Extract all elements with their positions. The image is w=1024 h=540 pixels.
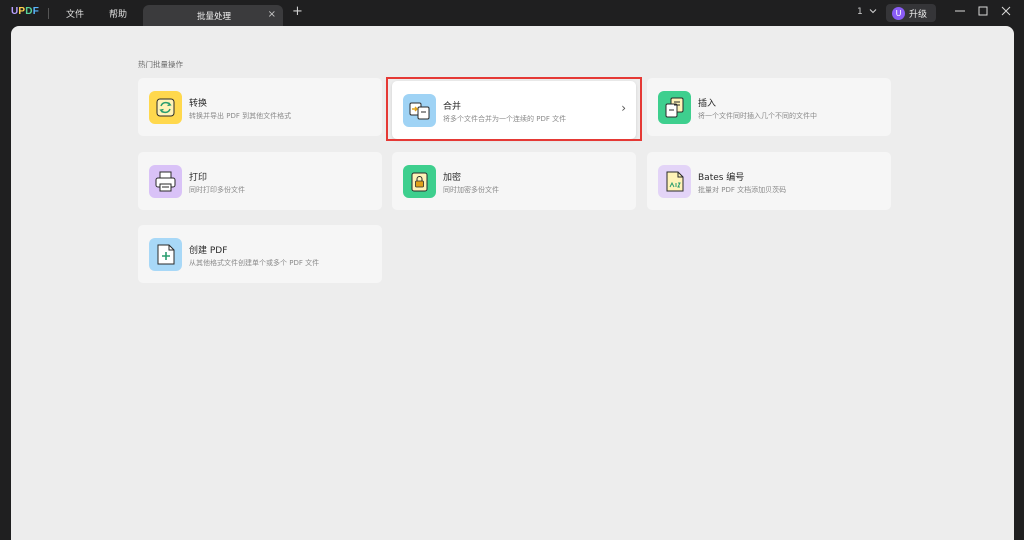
- card-description: 从其他格式文件创建单个或多个 PDF 文件: [189, 259, 320, 267]
- chevron-right-icon: ›: [621, 101, 626, 115]
- insert-icon: [658, 91, 691, 124]
- title-bar: UPDF 文件 帮助 批量处理 × + 1 U 升级: [0, 0, 1024, 26]
- card-insert[interactable]: 插入 将一个文件同时插入几个不同的文件中: [647, 78, 891, 136]
- card-title: Bates 编号: [698, 173, 745, 183]
- chevron-down-icon: [869, 7, 877, 16]
- close-icon[interactable]: [1001, 5, 1011, 20]
- section-title: 热门批量操作: [138, 60, 183, 69]
- card-title: 创建 PDF: [189, 246, 228, 256]
- card-description: 同时打印多份文件: [189, 186, 245, 194]
- convert-icon: [149, 91, 182, 124]
- merge-icon: [403, 94, 436, 127]
- card-title: 加密: [443, 173, 462, 183]
- new-tab-icon[interactable]: +: [292, 5, 303, 19]
- card-description: 批量对 PDF 文档添加贝茨码: [698, 186, 787, 194]
- maximize-icon[interactable]: [978, 5, 988, 20]
- avatar: U: [892, 7, 905, 20]
- upgrade-label: 升级: [909, 10, 928, 20]
- tab-title: 批量处理: [197, 12, 232, 22]
- card-title: 合并: [443, 102, 462, 112]
- card-create-pdf[interactable]: 创建 PDF 从其他格式文件创建单个或多个 PDF 文件: [138, 225, 382, 283]
- lock-icon: [403, 165, 436, 198]
- card-merge[interactable]: 合并 将多个文件合并为一个连续的 PDF 文件 ›: [392, 81, 636, 139]
- card-description: 将一个文件同时插入几个不同的文件中: [698, 112, 817, 120]
- card-description: 同时加密多份文件: [443, 186, 499, 194]
- card-description: 将多个文件合并为一个连续的 PDF 文件: [443, 115, 567, 123]
- upgrade-button[interactable]: U 升级: [886, 4, 936, 22]
- tab-batch[interactable]: 批量处理 ×: [143, 5, 283, 26]
- app-logo: UPDF: [11, 6, 40, 17]
- menu-file[interactable]: 文件: [66, 7, 84, 20]
- card-print[interactable]: 打印 同时打印多份文件: [138, 152, 382, 210]
- tab-close-icon[interactable]: ×: [268, 9, 276, 20]
- print-icon: [149, 165, 182, 198]
- create-pdf-icon: [149, 238, 182, 271]
- window-count-dropdown[interactable]: 1: [857, 7, 877, 17]
- batch-panel: 热门批量操作 转换 转换并导出 PDF 到其他文件格式 合并 将多个文件合并为一…: [11, 26, 1014, 540]
- card-title: 插入: [698, 99, 717, 109]
- card-title: 转换: [189, 99, 208, 109]
- card-description: 转换并导出 PDF 到其他文件格式: [189, 112, 292, 120]
- card-title: 打印: [189, 173, 208, 183]
- card-encrypt[interactable]: 加密 同时加密多份文件: [392, 152, 636, 210]
- window-count: 1: [857, 7, 863, 17]
- titlebar-divider: [48, 8, 49, 19]
- card-convert[interactable]: 转换 转换并导出 PDF 到其他文件格式: [138, 78, 382, 136]
- minimize-icon[interactable]: [955, 5, 965, 20]
- bates-number-icon: [658, 165, 691, 198]
- card-bates[interactable]: Bates 编号 批量对 PDF 文档添加贝茨码: [647, 152, 891, 210]
- menu-help[interactable]: 帮助: [109, 7, 127, 20]
